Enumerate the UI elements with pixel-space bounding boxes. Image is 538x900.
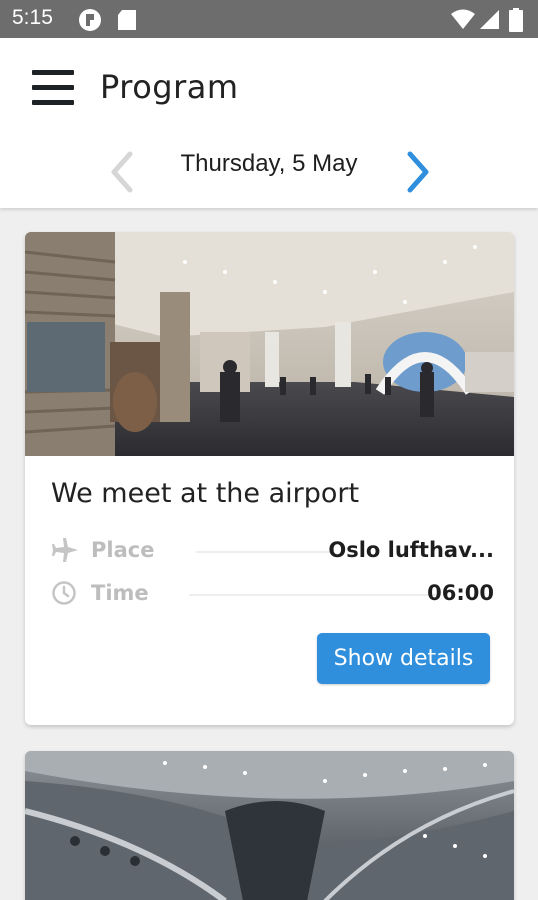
terminal-ceiling-photo xyxy=(25,751,514,900)
hamburger-menu-icon[interactable] xyxy=(30,68,76,108)
status-time: 5:15 xyxy=(12,6,53,29)
divider xyxy=(196,551,332,553)
sd-card-icon xyxy=(116,8,138,36)
airport-terminal-photo xyxy=(25,232,514,456)
status-bar: 5:15 xyxy=(0,0,538,38)
airplane-icon xyxy=(51,537,79,567)
time-label: Time xyxy=(91,581,149,605)
event-card[interactable]: We meet at the airport Place Oslo luftha… xyxy=(25,232,514,725)
app-notification-icon xyxy=(78,8,102,36)
divider xyxy=(189,594,437,596)
battery-icon xyxy=(509,8,523,36)
event-card[interactable] xyxy=(25,751,514,900)
place-row: Place Oslo lufthav... xyxy=(51,535,494,567)
clock-icon xyxy=(51,580,79,610)
time-value: 06:00 xyxy=(427,581,494,605)
event-title: We meet at the airport xyxy=(51,478,360,509)
page-title: Program xyxy=(100,68,239,106)
show-details-button[interactable]: Show details xyxy=(317,633,490,684)
signal-icon xyxy=(478,8,500,34)
time-row: Time 06:00 xyxy=(51,578,494,610)
place-value: Oslo lufthav... xyxy=(328,538,494,562)
date-navigator: Thursday, 5 May xyxy=(0,138,538,198)
place-label: Place xyxy=(91,538,155,562)
current-date: Thursday, 5 May xyxy=(180,150,358,177)
app-bar: Program Thursday, 5 May xyxy=(0,38,538,208)
wifi-icon xyxy=(450,8,476,34)
chevron-right-icon[interactable] xyxy=(398,146,438,196)
